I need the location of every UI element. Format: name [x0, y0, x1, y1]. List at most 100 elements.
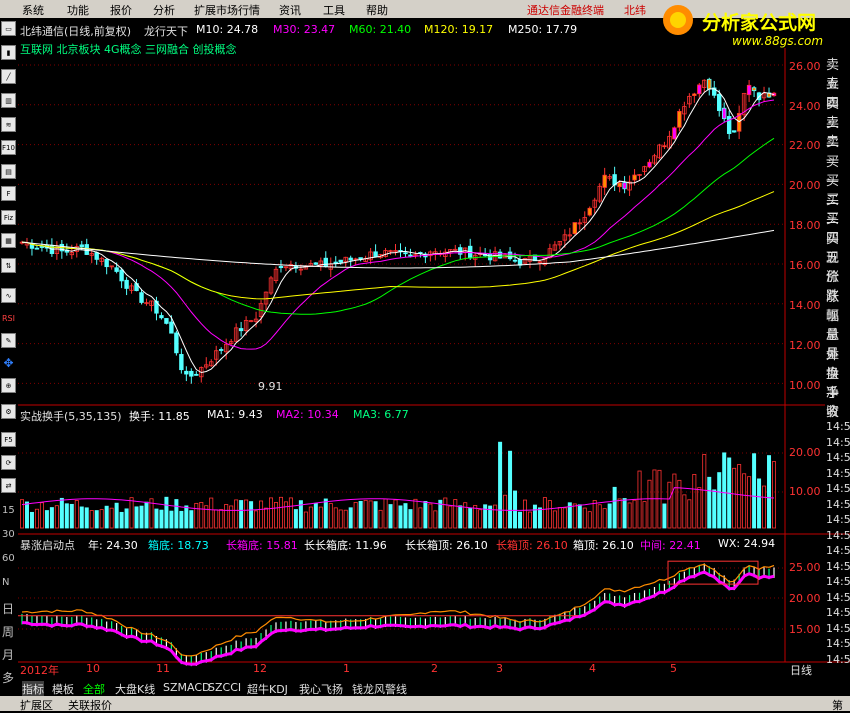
period-week[interactable]: 周 [2, 623, 14, 640]
formula-tab[interactable]: 超牛KDJ [247, 681, 288, 697]
volume-bar [647, 479, 652, 529]
chart-canvas[interactable] [18, 18, 850, 680]
formula-tab[interactable]: 指标 [22, 681, 44, 697]
zoom-icon[interactable]: ⊕ [1, 378, 16, 393]
candle-body [617, 182, 622, 188]
settings-icon[interactable]: ⚙ [1, 404, 16, 419]
volume-bar [747, 476, 752, 529]
menu-analysis[interactable]: 分析 [153, 2, 175, 18]
formula-tab[interactable]: 钱龙风警线 [352, 681, 407, 697]
formula-tab[interactable]: 大盘K线 [115, 681, 155, 697]
time-fragment: 14:5 [826, 466, 850, 480]
kline-icon[interactable]: ▮ [1, 45, 16, 60]
chart-type-icon[interactable]: ▭ [1, 21, 16, 36]
candle-body [692, 93, 697, 96]
ma10-line [21, 88, 775, 374]
menu-tools[interactable]: 工具 [323, 2, 345, 18]
period-15[interactable]: 15 [2, 505, 15, 516]
time-axis-label: 4 [589, 662, 596, 675]
refresh-icon[interactable]: ⟳ [1, 455, 16, 470]
volume-bar [767, 455, 772, 529]
period-label: 日线 [790, 664, 812, 677]
menu-quote[interactable]: 报价 [110, 2, 132, 18]
time-fragment: 14:5 [826, 637, 850, 650]
terminal-title: 通达信金融终端 [527, 4, 604, 17]
formula-tab[interactable]: SZCCI [208, 681, 241, 694]
volume-bar [542, 497, 547, 529]
volume-bar [707, 476, 712, 529]
ma120-line [21, 191, 775, 300]
volume-bar [164, 496, 169, 529]
volume-bar [343, 509, 348, 529]
volume-bar [518, 511, 523, 529]
volume-bar [199, 501, 204, 529]
volume-bar [428, 503, 433, 529]
f10-icon[interactable]: F10 [1, 140, 16, 155]
formula-tab[interactable]: SZMACD [163, 681, 211, 694]
volume-bar [219, 509, 224, 529]
volume-bar [328, 503, 333, 529]
period-30[interactable]: 30 [2, 529, 15, 540]
volume-bar [592, 500, 597, 529]
ind-cxt: 长箱顶: 26.10 [496, 539, 568, 552]
volume-bar [712, 489, 717, 529]
fiz-icon[interactable]: Fiz [1, 210, 16, 225]
volume-bar [627, 502, 632, 529]
time-fragment: 14:5 [826, 559, 850, 573]
ind-axis-label: 15.00 [789, 623, 821, 636]
volume-bar [532, 504, 537, 529]
menu-help[interactable]: 帮助 [366, 2, 388, 18]
bar-chart-icon[interactable]: ▥ [1, 93, 16, 108]
period-60[interactable]: 60 [2, 553, 15, 564]
candle-body [602, 174, 607, 188]
time-fragment: 14:5 [826, 652, 850, 666]
formula-tab[interactable]: 模板 [52, 681, 74, 697]
sync-icon[interactable]: ⇄ [1, 478, 16, 493]
volume-bar [702, 454, 707, 529]
volume-bar [69, 503, 74, 529]
chip-icon[interactable]: ▤ [1, 164, 16, 179]
volume-bar [54, 505, 59, 529]
volume-bar [84, 507, 89, 529]
volume-bar [373, 501, 378, 529]
menu-ext-market[interactable]: 扩展市场行情 [194, 2, 260, 18]
f-icon[interactable]: F [1, 186, 16, 201]
menu-info[interactable]: 资讯 [279, 2, 301, 18]
move-icon[interactable]: ✥ [1, 355, 16, 370]
formula-tab[interactable]: 我心飞扬 [299, 681, 343, 697]
period-n[interactable]: N [2, 577, 9, 588]
volume-bar [64, 503, 69, 529]
time-axis-label: 11 [156, 662, 170, 675]
candle-body [194, 373, 199, 376]
period-month[interactable]: 月 [2, 646, 14, 663]
volume-bar [264, 507, 269, 529]
wave-icon[interactable]: ∿ [1, 288, 16, 303]
line-chart-icon[interactable]: ╱ [1, 69, 16, 84]
volume-bar [338, 509, 343, 529]
volume-bar [522, 499, 527, 529]
draw-icon[interactable]: ✎ [1, 333, 16, 348]
candle-body [497, 251, 503, 259]
candle-body [408, 254, 413, 257]
rsi-icon[interactable]: RSI [1, 310, 16, 325]
trend-icon[interactable]: ≋ [1, 117, 16, 132]
price-axis-label: 12.00 [789, 339, 821, 352]
volume-bar [388, 504, 393, 529]
grid-icon[interactable]: ▦ [1, 233, 16, 248]
volume-bar [194, 502, 199, 529]
period-multi[interactable]: 多 [2, 669, 14, 686]
period-day[interactable]: 日 [2, 600, 14, 617]
time-fragment: 14:5 [826, 544, 850, 557]
candle-body [632, 174, 637, 181]
menu-function[interactable]: 功能 [67, 2, 89, 18]
volume-bar [612, 486, 617, 529]
formula-tab[interactable]: 全部 [83, 681, 105, 697]
volume-bar [209, 497, 214, 529]
volume-bar [433, 510, 438, 529]
menu-system[interactable]: 系统 [22, 2, 44, 18]
volume-bar [572, 503, 577, 529]
volume-bar [214, 509, 219, 529]
compare-icon[interactable]: ⇅ [1, 258, 16, 273]
f5-icon[interactable]: F5 [1, 432, 16, 447]
volume-bar [39, 502, 44, 529]
